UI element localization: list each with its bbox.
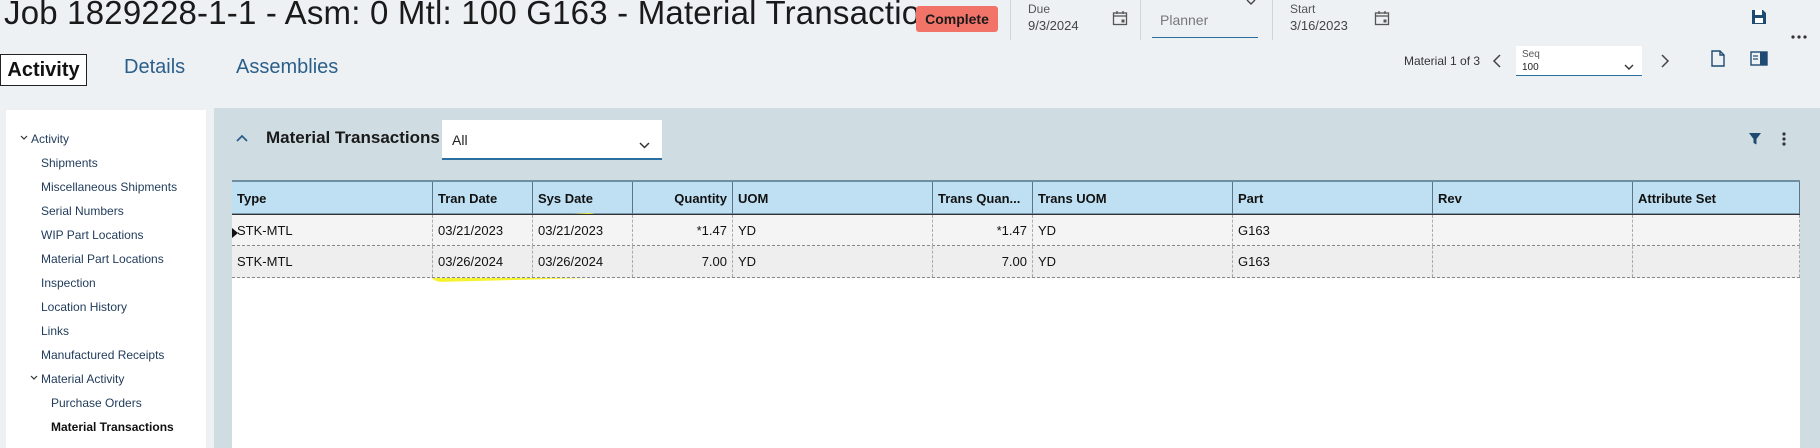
- planner-placeholder: Planner: [1160, 12, 1209, 28]
- cell-trans-uom: YD: [1033, 215, 1233, 246]
- column-header-attribute-set[interactable]: Attribute Set: [1633, 182, 1800, 215]
- cell-rev: [1433, 246, 1633, 277]
- sidebar-item-wip-part-locations[interactable]: WIP Part Locations: [41, 228, 144, 242]
- planner-input[interactable]: Planner: [1152, 2, 1258, 38]
- cell-uom: YD: [733, 215, 933, 246]
- chevron-down-icon: [639, 136, 650, 154]
- sidebar-item-location-history[interactable]: Location History: [41, 300, 127, 314]
- cell-part: G163: [1233, 246, 1433, 277]
- chevron-left-icon[interactable]: [1488, 52, 1506, 70]
- due-value: 9/3/2024: [1028, 18, 1079, 33]
- column-header-part[interactable]: Part: [1233, 182, 1433, 215]
- side-panel-icon[interactable]: [1748, 48, 1770, 68]
- material-counter: Material 1 of 3: [1404, 54, 1481, 68]
- cell-sys-date: 03/26/2024: [533, 246, 633, 277]
- tab-assemblies[interactable]: Assemblies: [236, 56, 338, 79]
- due-label: Due: [1028, 2, 1051, 16]
- chevron-up-icon[interactable]: [234, 130, 250, 146]
- tab-activity[interactable]: Activity: [0, 54, 87, 86]
- seq-label: Seq: [1522, 49, 1540, 60]
- header-divider: [1272, 0, 1273, 40]
- tab-details[interactable]: Details: [124, 56, 185, 79]
- sidebar-item-shipments[interactable]: Shipments: [41, 156, 98, 170]
- filter-select[interactable]: All: [442, 120, 662, 160]
- cell-trans-quantity: 7.00: [933, 246, 1033, 277]
- column-header-quantity[interactable]: Quantity: [633, 182, 733, 215]
- cell-attribute-set: [1633, 215, 1800, 246]
- document-icon[interactable]: [1708, 48, 1728, 68]
- filter-icon[interactable]: [1746, 130, 1764, 148]
- column-header-trans-uom[interactable]: Trans UOM: [1033, 182, 1233, 215]
- chevron-down-icon: [1624, 58, 1634, 76]
- cell-attribute-set: [1633, 246, 1800, 277]
- sidebar-tree: Activity Shipments Miscellaneous Shipmen…: [6, 110, 206, 448]
- cell-type: STK-MTL: [232, 215, 433, 246]
- sidebar-item-material-activity[interactable]: Material Activity: [41, 372, 124, 386]
- cell-tran-date: 03/21/2023: [433, 215, 533, 246]
- sidebar-item-activity[interactable]: Activity: [31, 132, 69, 146]
- column-header-tran-date[interactable]: Tran Date: [433, 182, 533, 215]
- save-icon[interactable]: [1748, 6, 1770, 28]
- tree-expand-icon[interactable]: [20, 131, 28, 145]
- sidebar-item-material-part-locations[interactable]: Material Part Locations: [41, 252, 164, 266]
- column-header-trans-quantity[interactable]: Trans Quan...: [933, 182, 1033, 215]
- column-header-sys-date[interactable]: Sys Date: [533, 182, 633, 215]
- more-dots-icon[interactable]: [1790, 28, 1808, 46]
- panel-title: Material Transactions: [266, 128, 440, 147]
- cell-rev: [1433, 215, 1633, 246]
- start-label: Start: [1290, 2, 1316, 16]
- cell-sys-date: 03/21/2023: [533, 215, 633, 246]
- sidebar-item-manufactured-receipts[interactable]: Manufactured Receipts: [41, 348, 164, 362]
- grid-header-row: Type Tran Date Sys Date Quantity UOM Tra…: [232, 180, 1800, 215]
- column-header-uom[interactable]: UOM: [733, 182, 933, 215]
- cell-quantity: 7.00: [633, 246, 733, 277]
- status-badge: Complete: [916, 6, 998, 32]
- calendar-icon[interactable]: [1112, 10, 1128, 26]
- sidebar-item-misc-shipments[interactable]: Miscellaneous Shipments: [41, 180, 177, 194]
- transactions-grid: Type Tran Date Sys Date Quantity UOM Tra…: [232, 180, 1800, 448]
- column-header-type[interactable]: Type: [232, 182, 433, 215]
- table-row[interactable]: STK-MTL 03/26/2024 03/26/2024 7.00 YD 7.…: [232, 246, 1800, 278]
- sidebar-item-links[interactable]: Links: [41, 324, 69, 338]
- filter-value: All: [452, 132, 468, 148]
- sidebar-item-serial-numbers[interactable]: Serial Numbers: [41, 204, 124, 218]
- header-divider: [1010, 0, 1011, 40]
- cell-trans-uom: YD: [1033, 246, 1233, 277]
- cell-part: G163: [1233, 215, 1433, 246]
- chevron-right-icon[interactable]: [1656, 52, 1674, 70]
- tree-expand-icon[interactable]: [30, 371, 38, 385]
- calendar-icon[interactable]: [1374, 10, 1390, 26]
- sidebar-item-purchase-orders[interactable]: Purchase Orders: [51, 396, 142, 410]
- seq-select[interactable]: Seq 100: [1516, 46, 1642, 76]
- start-value: 3/16/2023: [1290, 18, 1348, 33]
- sidebar-item-material-transactions[interactable]: Material Transactions: [51, 420, 174, 434]
- cell-trans-quantity: *1.47: [933, 215, 1033, 246]
- cell-quantity: *1.47: [633, 215, 733, 246]
- chevron-down-icon[interactable]: [1246, 0, 1256, 5]
- page-title: Job 1829228-1-1 - Asm: 0 Mtl: 100 G163 -…: [4, 0, 956, 31]
- cell-tran-date: 03/26/2024: [433, 246, 533, 277]
- seq-value: 100: [1522, 62, 1539, 73]
- header-divider: [1140, 0, 1141, 40]
- table-row[interactable]: STK-MTL 03/21/2023 03/21/2023 *1.47 YD *…: [232, 214, 1800, 246]
- cell-uom: YD: [733, 246, 933, 277]
- column-header-rev[interactable]: Rev: [1433, 182, 1633, 215]
- sidebar-item-inspection[interactable]: Inspection: [41, 276, 96, 290]
- cell-type: STK-MTL: [232, 246, 433, 277]
- more-vertical-icon[interactable]: [1776, 130, 1792, 148]
